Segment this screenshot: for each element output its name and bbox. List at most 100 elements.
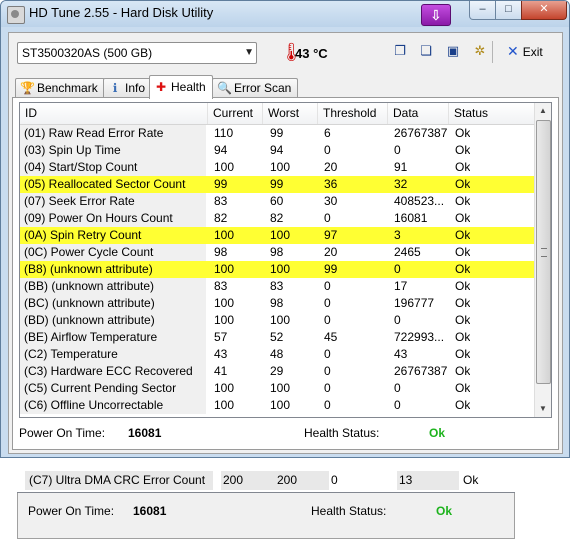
tab-health[interactable]: ✚ Health bbox=[149, 75, 213, 99]
chevron-down-icon[interactable]: ▼ bbox=[244, 43, 254, 63]
cell-threshold: 36 bbox=[324, 177, 338, 191]
cell-threshold: 97 bbox=[324, 228, 338, 242]
title-bar[interactable]: HD Tune 2.55 - Hard Disk Utility ⇩ – □ ✕ bbox=[1, 1, 569, 27]
table-row[interactable]: (C5) Current Pending Sector 100 100 0 0 Ok bbox=[20, 380, 534, 397]
cell-threshold: 0 bbox=[324, 279, 331, 293]
cell-worst: 100 bbox=[270, 262, 291, 276]
magnifier-icon: 🔍 bbox=[217, 81, 232, 95]
cell-status: Ok bbox=[455, 398, 471, 412]
health-cross-icon: ✚ bbox=[155, 80, 167, 94]
table-row[interactable]: (BB) (unknown attribute) 83 83 0 17 Ok bbox=[20, 278, 534, 295]
column-header-threshold[interactable]: Threshold bbox=[318, 103, 388, 124]
scrollbar-thumb[interactable] bbox=[536, 120, 551, 384]
save-icon[interactable]: ▣ bbox=[445, 43, 461, 59]
cell-worst: 94 bbox=[270, 143, 284, 157]
cell-worst: 29 bbox=[270, 364, 284, 378]
table-row[interactable]: (09) Power On Hours Count 82 82 0 16081 Ok bbox=[20, 210, 534, 227]
cell-status: Ok bbox=[455, 143, 471, 157]
table-row[interactable]: (04) Start/Stop Count 100 100 20 91 Ok bbox=[20, 159, 534, 176]
cell-data: 26767387 bbox=[394, 364, 448, 378]
cell-status: Ok bbox=[455, 381, 471, 395]
cell-current: 100 bbox=[214, 381, 235, 395]
cell-id: (C3) Hardware ECC Recovered bbox=[20, 363, 206, 380]
column-header-data[interactable]: Data bbox=[388, 103, 449, 124]
scroll-up-arrow-icon[interactable]: ▲ bbox=[535, 103, 551, 119]
tab-info[interactable]: ℹ Info bbox=[103, 78, 153, 98]
table-row[interactable]: (B8) (unknown attribute) 100 100 99 0 Ok bbox=[20, 261, 534, 278]
table-row[interactable]: (07) Seek Error Rate 83 60 30 408523... Ok bbox=[20, 193, 534, 210]
table-row[interactable]: (C7) Ultra DMA CRC Error Count 200 200 0… bbox=[25, 471, 505, 490]
table-row[interactable]: (BE) Airflow Temperature 57 52 45 722993... O… bbox=[20, 329, 534, 346]
cell-threshold: 0 bbox=[324, 296, 331, 310]
cell-worst: 52 bbox=[270, 330, 284, 344]
cell-data: 408523... bbox=[394, 194, 445, 208]
crop-power-on-value: 16081 bbox=[133, 504, 167, 518]
cell-current: 100 bbox=[214, 313, 235, 327]
cell-id: (0C) Power Cycle Count bbox=[20, 244, 206, 261]
cell-status: Ok bbox=[455, 228, 471, 242]
cell-status: Ok bbox=[455, 313, 471, 327]
scroll-down-arrow-icon[interactable]: ▼ bbox=[535, 401, 551, 417]
cell-id: (09) Power On Hours Count bbox=[20, 210, 206, 227]
cell-id: (BB) (unknown attribute) bbox=[20, 278, 206, 295]
cell-id: (01) Raw Read Error Rate bbox=[20, 125, 206, 142]
table-row[interactable]: (03) Spin Up Time 94 94 0 0 Ok bbox=[20, 142, 534, 159]
health-panel: ID Current Worst Threshold Data Status (… bbox=[12, 97, 559, 450]
table-row[interactable]: (BD) (unknown attribute) 100 100 0 0 Ok bbox=[20, 312, 534, 329]
column-header-id[interactable]: ID bbox=[20, 103, 208, 124]
crop-cell-threshold: 0 bbox=[331, 473, 338, 487]
crop-health-status-value: Ok bbox=[436, 504, 453, 518]
drive-select[interactable]: ST3500320AS (500 GB) ▼ bbox=[17, 42, 257, 64]
power-on-label: Power On Time: bbox=[19, 426, 106, 440]
copy-info-icon[interactable]: ❐ bbox=[392, 43, 408, 59]
cell-threshold: 0 bbox=[324, 211, 331, 225]
toolbar-separator bbox=[492, 41, 493, 63]
tab-error-scan[interactable]: 🔍 Error Scan bbox=[212, 78, 299, 98]
column-header-status[interactable]: Status bbox=[449, 103, 534, 124]
crop-health-status-label: Health Status: bbox=[311, 504, 387, 518]
cell-data: 3 bbox=[394, 228, 401, 242]
cell-id: (BE) Airflow Temperature bbox=[20, 329, 206, 346]
table-row[interactable]: (05) Reallocated Sector Count 99 99 36 32 Ok bbox=[20, 176, 534, 193]
cell-worst: 99 bbox=[270, 177, 284, 191]
column-header-current[interactable]: Current bbox=[208, 103, 263, 124]
minimize-button[interactable]: – bbox=[469, 1, 496, 20]
table-row[interactable]: (C3) Hardware ECC Recovered 41 29 0 26767387… bbox=[20, 363, 534, 380]
cell-status: Ok bbox=[455, 211, 471, 225]
table-row[interactable]: (0C) Power Cycle Count 98 98 20 2465 Ok bbox=[20, 244, 534, 261]
maximize-button[interactable]: □ bbox=[495, 1, 522, 20]
table-row[interactable]: (0A) Spin Retry Count 100 100 97 3 Ok bbox=[20, 227, 534, 244]
lower-crop-panel: (C7) Ultra DMA CRC Error Count 200 200 0… bbox=[17, 462, 515, 539]
cell-worst: 100 bbox=[270, 160, 291, 174]
copy-all-icon[interactable]: ❏ bbox=[418, 43, 434, 59]
cell-data: 0 bbox=[394, 143, 401, 157]
cell-current: 100 bbox=[214, 228, 235, 242]
cell-status: Ok bbox=[455, 177, 471, 191]
cell-current: 83 bbox=[214, 194, 228, 208]
cell-data: 196777 bbox=[394, 296, 435, 310]
options-icon[interactable]: ✲ bbox=[472, 43, 488, 59]
vertical-scrollbar[interactable]: ▲ ▼ bbox=[534, 103, 551, 417]
cell-worst: 99 bbox=[270, 126, 284, 140]
cell-data: 16081 bbox=[394, 211, 428, 225]
cell-data: 0 bbox=[394, 381, 401, 395]
table-row[interactable]: (BC) (unknown attribute) 100 98 0 196777 Ok bbox=[20, 295, 534, 312]
cell-current: 94 bbox=[214, 143, 228, 157]
cell-status: Ok bbox=[455, 194, 471, 208]
cell-id: (04) Start/Stop Count bbox=[20, 159, 206, 176]
column-header-worst[interactable]: Worst bbox=[263, 103, 318, 124]
cell-worst: 48 bbox=[270, 347, 284, 361]
tab-benchmark[interactable]: 🏆 Benchmark bbox=[15, 78, 105, 98]
table-row[interactable]: (01) Raw Read Error Rate 110 99 6 26767387 Ok bbox=[20, 125, 534, 142]
smart-table[interactable]: ID Current Worst Threshold Data Status (… bbox=[19, 102, 552, 418]
cell-status: Ok bbox=[455, 160, 471, 174]
cell-threshold: 0 bbox=[324, 313, 331, 327]
exit-button[interactable]: ✕ Exit bbox=[507, 43, 543, 61]
cell-worst: 98 bbox=[270, 296, 284, 310]
table-row[interactable]: (C6) Offline Uncorrectable 100 100 0 0 Ok bbox=[20, 397, 534, 414]
table-row[interactable]: (C2) Temperature 43 48 0 43 Ok bbox=[20, 346, 534, 363]
health-status-value: Ok bbox=[429, 426, 446, 440]
download-arrow-icon[interactable]: ⇩ bbox=[421, 4, 451, 26]
cell-status: Ok bbox=[455, 262, 471, 276]
close-button[interactable]: ✕ bbox=[521, 1, 567, 20]
